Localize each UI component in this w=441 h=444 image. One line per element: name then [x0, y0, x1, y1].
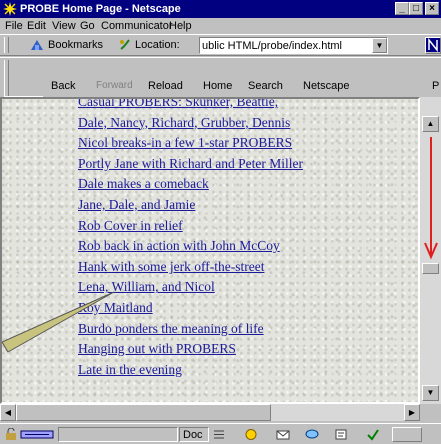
- menu-go[interactable]: Go: [80, 20, 95, 32]
- link-portly-jane[interactable]: Portly Jane with Richard and Peter Mille…: [78, 156, 303, 171]
- status-dock-field: [392, 427, 422, 442]
- back-button[interactable]: Back: [51, 80, 75, 92]
- window-title: PROBE Home Page - Netscape: [20, 3, 181, 15]
- toolbar-grip[interactable]: [4, 37, 9, 53]
- toolbar-grip[interactable]: [4, 60, 9, 96]
- scroll-down-arrow-icon: [424, 137, 438, 260]
- link-dale-nancy[interactable]: Dale, Nancy, Richard, Grubber, Dennis: [78, 115, 290, 130]
- checkmark-icon[interactable]: [366, 428, 380, 441]
- list-item: Dale, Nancy, Richard, Grubber, Dennis: [78, 113, 303, 134]
- scroll-down-button[interactable]: ▼: [422, 385, 439, 401]
- menu-communicator[interactable]: Communicator: [101, 20, 173, 32]
- list-item: Hank with some jerk off-the-street: [78, 257, 303, 278]
- doc-meter-icon: [214, 430, 224, 439]
- discussions-icon[interactable]: [305, 428, 319, 441]
- list-item: Portly Jane with Richard and Peter Mille…: [78, 154, 303, 175]
- link-late-evening[interactable]: Late in the evening: [78, 362, 182, 377]
- list-item: Late in the evening: [78, 360, 303, 381]
- doc-label: Doc: [183, 429, 203, 441]
- title-bar: PROBE Home Page - Netscape _ □ ×: [0, 0, 441, 18]
- navigator-icon[interactable]: [244, 428, 258, 441]
- list-item: Jane, Dale, and Jamie: [78, 195, 303, 216]
- home-button[interactable]: Home: [203, 80, 232, 92]
- url-field[interactable]: ublic HTML/probe/index.html ▼: [199, 37, 388, 54]
- forward-button[interactable]: Forward: [96, 80, 133, 91]
- bookmarks-icon[interactable]: [30, 38, 44, 52]
- status-bar: Doc: [0, 423, 441, 444]
- list-item: Rob Cover in relief: [78, 216, 303, 237]
- page-content: Casual PROBERS: Skunker, Beattie, Dale, …: [0, 97, 420, 404]
- menu-bar: File Edit View Go Communicator Help: [0, 18, 441, 34]
- horizontal-scroll-thumb[interactable]: [16, 404, 271, 421]
- vertical-scrollbar[interactable]: ▲ ▼: [420, 97, 441, 404]
- composer-icon[interactable]: [334, 428, 348, 441]
- menu-file[interactable]: File: [5, 20, 23, 32]
- mail-icon[interactable]: [276, 428, 290, 441]
- netscape-n-icon: [426, 37, 440, 53]
- list-item: Casual PROBERS: Skunker, Beattie,: [78, 99, 303, 113]
- search-button[interactable]: Search: [248, 80, 283, 92]
- scroll-left-button[interactable]: ◀: [0, 404, 16, 421]
- navigation-toolbar: Back Forward Reload Home Search Netscape…: [0, 57, 441, 102]
- horizontal-scrollbar[interactable]: ◀ ▶: [0, 404, 420, 421]
- scroll-right-button[interactable]: ▶: [404, 404, 420, 421]
- menu-view[interactable]: View: [52, 20, 76, 32]
- list-item: Nicol breaks-in a few 1-star PROBERS: [78, 133, 303, 154]
- scroll-up-button[interactable]: ▲: [422, 116, 439, 132]
- menu-help[interactable]: Help: [169, 20, 192, 32]
- security-lock-icon[interactable]: [4, 428, 18, 441]
- print-button[interactable]: P: [432, 80, 439, 92]
- link-casual-probers[interactable]: Casual PROBERS: Skunker, Beattie,: [78, 99, 278, 109]
- link-rob-back[interactable]: Rob back in action with John McCoy: [78, 238, 280, 253]
- link-nicol-breaks-in[interactable]: Nicol breaks-in a few 1-star PROBERS: [78, 135, 292, 150]
- list-item: Rob back in action with John McCoy: [78, 236, 303, 257]
- netscape-button[interactable]: Netscape: [303, 80, 349, 92]
- link-dale-comeback[interactable]: Dale makes a comeback: [78, 176, 209, 191]
- status-message-field: [58, 427, 178, 442]
- bookmarks-button[interactable]: Bookmarks: [48, 39, 103, 51]
- location-toolbar: Bookmarks Location: ublic HTML/probe/ind…: [0, 34, 441, 56]
- link-rob-cover[interactable]: Rob Cover in relief: [78, 218, 183, 233]
- menu-edit[interactable]: Edit: [27, 20, 46, 32]
- whats-related-button[interactable]: [425, 37, 441, 54]
- url-text: ublic HTML/probe/index.html: [202, 40, 343, 52]
- netscape-logo-icon: [3, 2, 17, 16]
- reload-button[interactable]: Reload: [148, 80, 183, 92]
- location-label: Location:: [135, 39, 180, 51]
- url-dropdown-button[interactable]: ▼: [372, 38, 387, 53]
- minimize-button[interactable]: _: [395, 2, 409, 15]
- document-status-field: Doc: [179, 427, 209, 442]
- location-icon: [120, 39, 130, 50]
- link-jane-dale-jamie[interactable]: Jane, Dale, and Jamie: [78, 197, 195, 212]
- callout-pointer: [2, 291, 115, 353]
- list-item: Dale makes a comeback: [78, 174, 303, 195]
- resize-corner: [420, 404, 441, 421]
- maximize-button[interactable]: □: [409, 2, 423, 15]
- connection-status-icon: [20, 430, 54, 439]
- link-hank[interactable]: Hank with some jerk off-the-street: [78, 259, 264, 274]
- close-button[interactable]: ×: [425, 2, 439, 15]
